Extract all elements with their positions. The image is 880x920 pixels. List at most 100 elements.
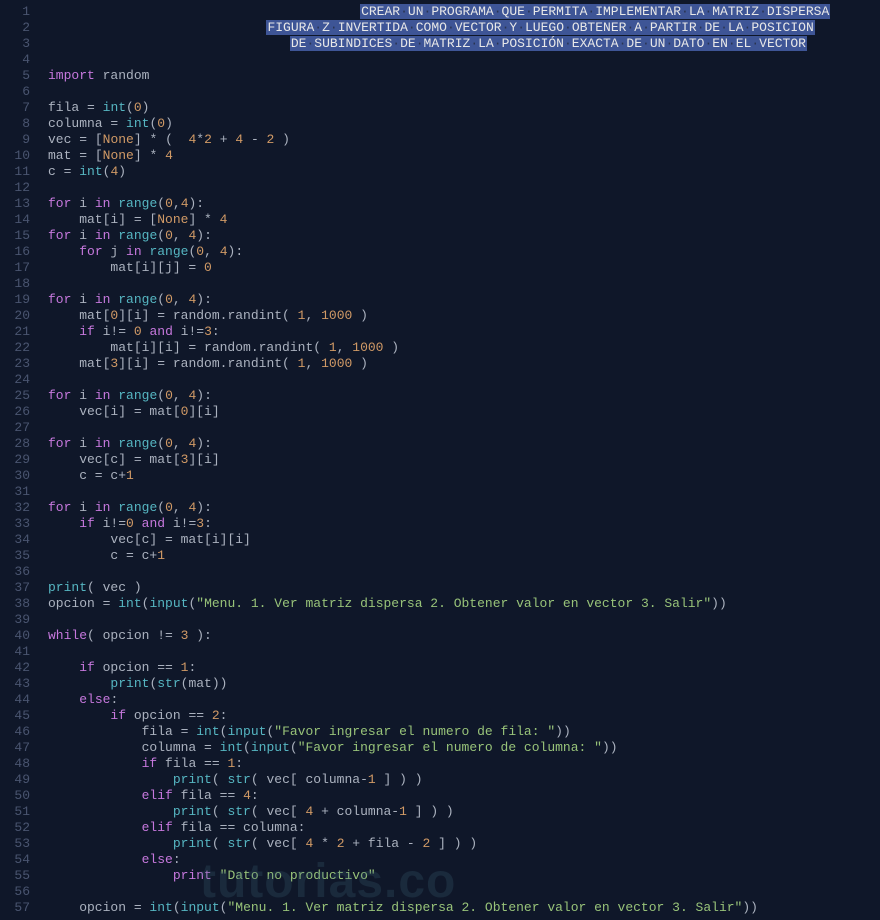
line-number: 4: [0, 52, 30, 68]
code-line[interactable]: DE·SUBINDICES·DE·MATRIZ·LA·POSICIÓN·EXAC…: [48, 36, 880, 52]
code-line[interactable]: CREAR·UN·PROGRAMA·QUE·PERMITA·IMPLEMENTA…: [48, 4, 880, 20]
code-line[interactable]: mat[3][i] = random.randint( 1, 1000 ): [48, 356, 880, 372]
code-line[interactable]: [48, 884, 880, 900]
code-line[interactable]: [48, 372, 880, 388]
line-number: 28: [0, 436, 30, 452]
code-line[interactable]: vec[i] = mat[0][i]: [48, 404, 880, 420]
line-number: 48: [0, 756, 30, 772]
code-line[interactable]: print( str( vec[ 4 * 2 + fila - 2 ] ) ): [48, 836, 880, 852]
code-line[interactable]: mat[i][i] = random.randint( 1, 1000 ): [48, 340, 880, 356]
line-number: 33: [0, 516, 30, 532]
code-line[interactable]: c = c+1: [48, 548, 880, 564]
code-line[interactable]: print( str( vec[ columna-1 ] ) ): [48, 772, 880, 788]
code-line[interactable]: opcion = int(input("Menu. 1. Ver matriz …: [48, 900, 880, 916]
code-line[interactable]: mat[i][j] = 0: [48, 260, 880, 276]
code-line[interactable]: for i in range(0, 4):: [48, 292, 880, 308]
line-number: 50: [0, 788, 30, 804]
code-line[interactable]: [48, 612, 880, 628]
line-number: 26: [0, 404, 30, 420]
code-line[interactable]: else:: [48, 852, 880, 868]
code-line[interactable]: for j in range(0, 4):: [48, 244, 880, 260]
line-number: 25: [0, 388, 30, 404]
code-line[interactable]: if fila == 1:: [48, 756, 880, 772]
line-number: 3: [0, 36, 30, 52]
line-number: 20: [0, 308, 30, 324]
line-number: 53: [0, 836, 30, 852]
line-number: 16: [0, 244, 30, 260]
code-line[interactable]: [48, 644, 880, 660]
line-number: 40: [0, 628, 30, 644]
code-line[interactable]: columna = int(input("Favor ingresar el n…: [48, 740, 880, 756]
line-number: 14: [0, 212, 30, 228]
code-line[interactable]: elif fila == columna:: [48, 820, 880, 836]
code-line[interactable]: [48, 180, 880, 196]
line-number: 35: [0, 548, 30, 564]
line-number: 2: [0, 20, 30, 36]
line-number: 41: [0, 644, 30, 660]
line-number: 5: [0, 68, 30, 84]
code-line[interactable]: fila = int(input("Favor ingresar el nume…: [48, 724, 880, 740]
code-line[interactable]: if i!= 0 and i!=3:: [48, 324, 880, 340]
line-number: 56: [0, 884, 30, 900]
line-number: 1: [0, 4, 30, 20]
line-number: 43: [0, 676, 30, 692]
code-line[interactable]: [48, 52, 880, 68]
code-line[interactable]: vec[c] = mat[3][i]: [48, 452, 880, 468]
line-number: 13: [0, 196, 30, 212]
code-line[interactable]: for i in range(0, 4):: [48, 388, 880, 404]
code-line[interactable]: mat[i] = [None] * 4: [48, 212, 880, 228]
code-line[interactable]: if i!=0 and i!=3:: [48, 516, 880, 532]
line-number: 15: [0, 228, 30, 244]
code-line[interactable]: print(str(mat)): [48, 676, 880, 692]
code-line[interactable]: elif fila == 4:: [48, 788, 880, 804]
code-line[interactable]: import random: [48, 68, 880, 84]
line-number: 29: [0, 452, 30, 468]
line-number: 22: [0, 340, 30, 356]
code-line[interactable]: if opcion == 2:: [48, 708, 880, 724]
line-number: 31: [0, 484, 30, 500]
line-number: 37: [0, 580, 30, 596]
code-line[interactable]: fila = int(0): [48, 100, 880, 116]
code-line[interactable]: print( vec ): [48, 580, 880, 596]
line-number: 57: [0, 900, 30, 916]
code-line[interactable]: print "Dato no productivo": [48, 868, 880, 884]
line-number: 23: [0, 356, 30, 372]
code-line[interactable]: c = c+1: [48, 468, 880, 484]
code-area[interactable]: CREAR·UN·PROGRAMA·QUE·PERMITA·IMPLEMENTA…: [40, 0, 880, 920]
line-number: 51: [0, 804, 30, 820]
code-line[interactable]: c = int(4): [48, 164, 880, 180]
code-editor[interactable]: 1 2 3 4 5 6 7 8 9 10 11 12 13 14 15 16 1…: [0, 0, 880, 920]
code-line[interactable]: [48, 276, 880, 292]
line-number: 11: [0, 164, 30, 180]
code-line[interactable]: opcion = int(input("Menu. 1. Ver matriz …: [48, 596, 880, 612]
code-line[interactable]: [48, 84, 880, 100]
code-line[interactable]: for i in range(0, 4):: [48, 500, 880, 516]
line-number: 9: [0, 132, 30, 148]
code-line[interactable]: print( str( vec[ 4 + columna-1 ] ) ): [48, 804, 880, 820]
line-number: 54: [0, 852, 30, 868]
line-number: 38: [0, 596, 30, 612]
code-line[interactable]: for i in range(0, 4):: [48, 436, 880, 452]
code-line[interactable]: [48, 420, 880, 436]
line-number: 32: [0, 500, 30, 516]
code-line[interactable]: else:: [48, 692, 880, 708]
code-line[interactable]: for i in range(0,4):: [48, 196, 880, 212]
code-line[interactable]: for i in range(0, 4):: [48, 228, 880, 244]
line-number: 21: [0, 324, 30, 340]
code-line[interactable]: [48, 484, 880, 500]
code-line[interactable]: [48, 564, 880, 580]
code-line[interactable]: vec = [None] * ( 4*2 + 4 - 2 ): [48, 132, 880, 148]
code-line[interactable]: vec[c] = mat[i][i]: [48, 532, 880, 548]
line-number: 34: [0, 532, 30, 548]
line-number: 19: [0, 292, 30, 308]
code-line[interactable]: if opcion == 1:: [48, 660, 880, 676]
code-line[interactable]: FIGURA·Z·INVERTIDA·COMO·VECTOR·Y·LUEGO·O…: [48, 20, 880, 36]
line-number: 46: [0, 724, 30, 740]
code-line[interactable]: mat = [None] * 4: [48, 148, 880, 164]
line-number: 39: [0, 612, 30, 628]
code-line[interactable]: while( opcion != 3 ):: [48, 628, 880, 644]
code-line[interactable]: mat[0][i] = random.randint( 1, 1000 ): [48, 308, 880, 324]
line-number: 44: [0, 692, 30, 708]
line-number: 49: [0, 772, 30, 788]
code-line[interactable]: columna = int(0): [48, 116, 880, 132]
